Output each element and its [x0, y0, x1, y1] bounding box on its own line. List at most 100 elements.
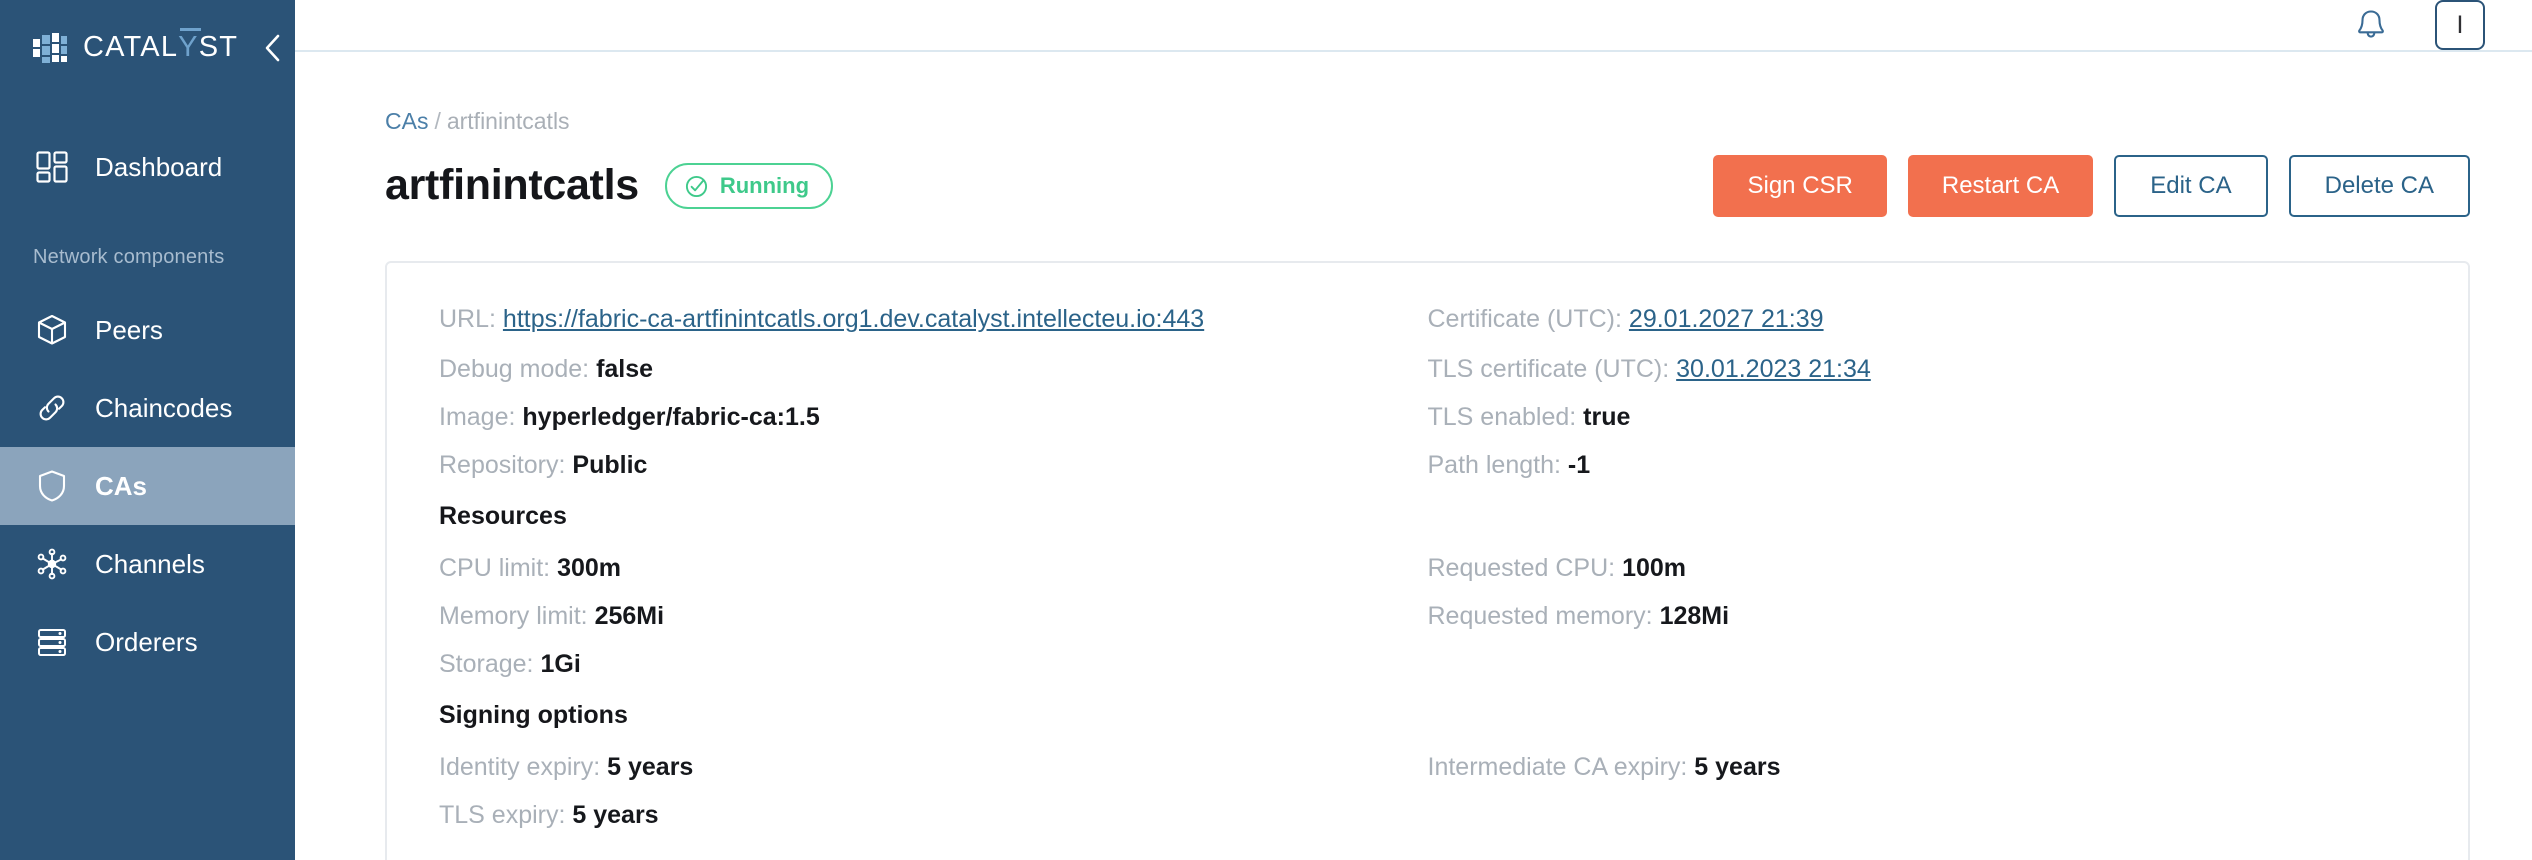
sidebar-header: CATAL Y ST — [0, 0, 295, 95]
signing-tls-expiry-label: TLS expiry: — [439, 801, 566, 829]
network-nodes-icon — [33, 545, 71, 583]
shield-icon — [33, 467, 71, 505]
detail-certificate-label: Certificate (UTC): — [1427, 305, 1622, 333]
detail-url-value[interactable]: https://fabric-ca-artfinintcatls.org1.de… — [503, 305, 1204, 333]
notifications-button[interactable] — [2349, 3, 2393, 47]
bell-icon — [2358, 10, 2384, 38]
signing-tls-expiry-value: 5 years — [572, 801, 659, 829]
page-content: CAs / artfinintcatls artfinintcatls Runnin… — [295, 52, 2532, 860]
detail-url: URL: https://fabric-ca-artfinintcatls.or… — [439, 307, 1398, 332]
detail-image-label: Image: — [439, 403, 516, 431]
detail-debug-mode-label: Debug mode: — [439, 355, 590, 383]
brand-logo[interactable]: CATAL Y ST — [33, 28, 239, 65]
sidebar-collapse-button[interactable] — [262, 30, 284, 66]
status-badge-label: Running — [719, 173, 810, 198]
ca-details-card: URL: https://fabric-ca-artfinintcatls.or… — [385, 261, 2470, 860]
detail-debug-mode-value: false — [596, 355, 654, 383]
detail-tls-certificate: TLS certificate (UTC): 30.01.2023 21:34 — [1428, 357, 2417, 382]
resource-requested-memory-value: 128Mi — [1659, 602, 1730, 630]
detail-certificate-value[interactable]: 29.01.2027 21:39 — [1629, 305, 1824, 333]
restart-ca-button[interactable]: Restart CA — [1907, 155, 2094, 217]
brand-name: CATAL Y ST — [83, 28, 239, 63]
detail-image: Image: hyperledger/fabric-ca:1.5 — [439, 405, 1398, 430]
detail-tls-enabled: TLS enabled: true — [1428, 405, 2417, 430]
sidebar-section-label: Network components — [33, 246, 225, 268]
detail-tls-certificate-value[interactable]: 30.01.2023 21:34 — [1676, 355, 1871, 383]
server-stack-icon — [33, 623, 71, 661]
resource-requested-cpu: Requested CPU: 100m — [1428, 556, 2417, 581]
signing-tls-expiry: TLS expiry: 5 years — [439, 803, 1398, 828]
detail-url-label: URL: — [439, 305, 496, 333]
resource-storage: Storage: 1Gi — [439, 652, 1398, 677]
signing-intermediate-ca-expiry-label: Intermediate CA expiry: — [1427, 753, 1688, 781]
breadcrumb-separator: / — [434, 108, 441, 134]
resource-memory-limit-label: Memory limit: — [439, 602, 588, 630]
signing-options-heading: Signing options — [439, 701, 628, 729]
cube-icon — [33, 311, 71, 349]
resource-storage-value: 1Gi — [540, 650, 581, 678]
sidebar-item-label: Dashboard — [95, 152, 223, 182]
avatar-initial: I — [2456, 10, 2464, 39]
sidebar-item-label: Orderers — [95, 627, 198, 657]
details-grid: URL: https://fabric-ca-artfinintcatls.or… — [439, 307, 2416, 828]
sidebar-item-label: Channels — [95, 549, 205, 579]
resource-requested-cpu-label: Requested CPU: — [1427, 554, 1616, 582]
detail-path-length-value: -1 — [1567, 451, 1591, 479]
page-header-left: artfinintcatls Running — [385, 161, 834, 210]
resource-cpu-limit: CPU limit: 300m — [439, 556, 1398, 581]
resources-heading: Resources — [439, 502, 567, 530]
detail-tls-certificate-label: TLS certificate (UTC): — [1427, 355, 1670, 383]
detail-tls-enabled-value: true — [1583, 403, 1631, 431]
detail-image-value: hyperledger/fabric-ca:1.5 — [522, 403, 820, 431]
detail-tls-enabled-label: TLS enabled: — [1427, 403, 1577, 431]
detail-certificate: Certificate (UTC): 29.01.2027 21:39 — [1428, 307, 2417, 332]
details-column-left: URL: https://fabric-ca-artfinintcatls.or… — [439, 307, 1428, 828]
resource-requested-cpu-value: 100m — [1622, 554, 1687, 582]
detail-repository-value: Public — [572, 451, 648, 479]
sidebar-item-label: CAs — [95, 471, 148, 501]
brand-name-part2: ST — [179, 28, 239, 63]
page-header-row: artfinintcatls Running Sign CSR Restart … — [385, 155, 2470, 217]
check-circle-icon — [685, 175, 707, 197]
user-avatar[interactable]: I — [2435, 0, 2485, 50]
resource-memory-limit: Memory limit: 256Mi — [439, 604, 1398, 629]
brand-name-part1: CATAL — [83, 31, 179, 63]
detail-repository-label: Repository: — [439, 451, 566, 479]
delete-ca-button[interactable]: Delete CA — [2288, 155, 2470, 217]
chevron-left-icon — [265, 34, 280, 61]
sidebar: CATAL Y ST Dashboard Network components … — [0, 0, 295, 860]
resource-cpu-limit-label: CPU limit: — [439, 554, 551, 582]
details-column-right: Certificate (UTC): 29.01.2027 21:39 TLS … — [1428, 307, 2417, 828]
resource-requested-memory: Requested memory: 128Mi — [1428, 604, 2417, 629]
sidebar-nav: Dashboard Network components Peers Chain… — [0, 95, 295, 681]
sidebar-item-chaincodes[interactable]: Chaincodes — [0, 369, 295, 447]
page-actions: Sign CSR Restart CA Edit CA Delete CA — [1713, 155, 2470, 217]
brand-name-accent: Y — [178, 31, 199, 63]
breadcrumb-link-cas[interactable]: CAs — [385, 108, 428, 134]
sidebar-item-orderers[interactable]: Orderers — [0, 603, 295, 681]
sidebar-item-label: Chaincodes — [95, 393, 233, 423]
main-area: I CAs / artfinintcatls artfinintcatls Runn… — [295, 0, 2532, 860]
page-title: artfinintcatls — [385, 161, 639, 210]
signing-intermediate-ca-expiry-value: 5 years — [1694, 753, 1781, 781]
sidebar-item-channels[interactable]: Channels — [0, 525, 295, 603]
edit-ca-button[interactable]: Edit CA — [2114, 155, 2268, 217]
signing-identity-expiry-label: Identity expiry: — [439, 753, 601, 781]
resource-spacer-row — [1428, 652, 2417, 677]
sidebar-item-cas[interactable]: CAs — [0, 447, 295, 525]
detail-path-length: Path length: -1 — [1428, 453, 2417, 478]
sidebar-item-dashboard[interactable]: Dashboard — [0, 128, 295, 206]
signing-options-heading-spacer — [1428, 703, 2417, 728]
detail-repository: Repository: Public — [439, 453, 1398, 478]
signing-identity-expiry-value: 5 years — [607, 753, 694, 781]
breadcrumb-current: artfinintcatls — [446, 108, 570, 134]
breadcrumb: CAs / artfinintcatls — [385, 110, 2470, 133]
signing-intermediate-ca-expiry: Intermediate CA expiry: 5 years — [1428, 755, 2417, 780]
resource-requested-memory-label: Requested memory: — [1427, 602, 1653, 630]
detail-path-length-label: Path length: — [1427, 451, 1561, 479]
sidebar-item-peers[interactable]: Peers — [0, 291, 295, 369]
catalyst-cube-logo-icon — [33, 32, 67, 63]
sign-csr-button[interactable]: Sign CSR — [1713, 155, 1887, 217]
resources-heading-spacer — [1428, 504, 2417, 529]
resource-memory-limit-value: 256Mi — [594, 602, 665, 630]
